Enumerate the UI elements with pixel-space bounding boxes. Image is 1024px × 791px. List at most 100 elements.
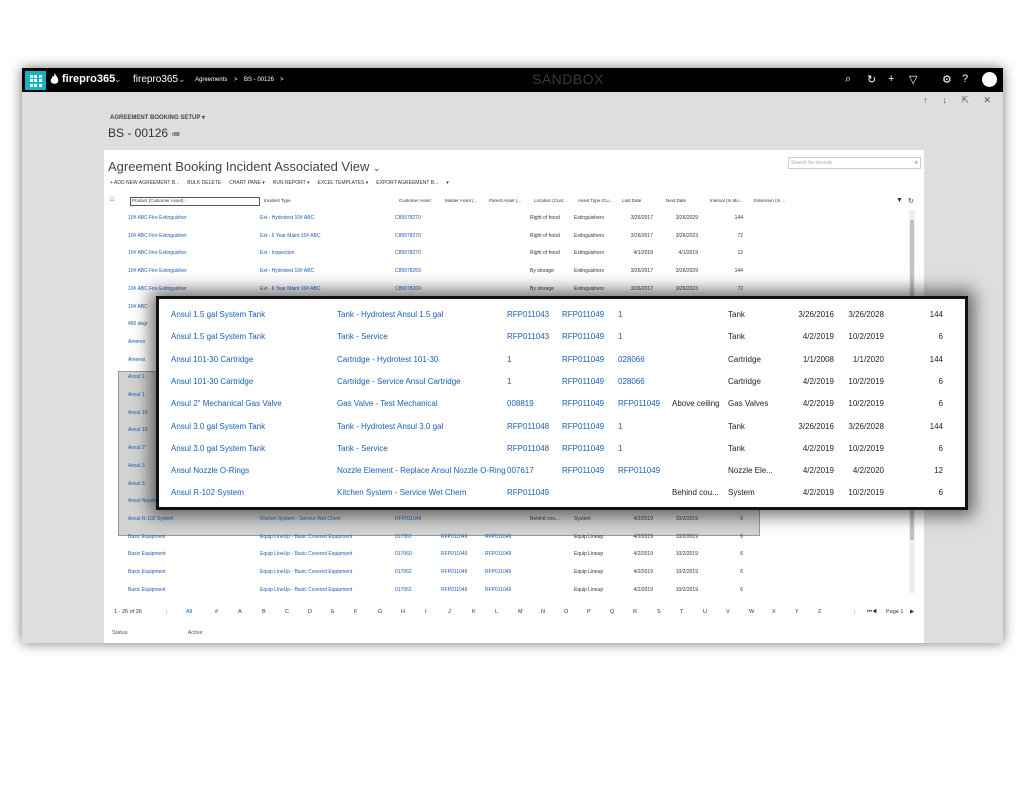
table-cell[interactable]: 008819: [507, 399, 534, 408]
column-header-next-date[interactable]: Next Date: [666, 198, 686, 203]
table-row[interactable]: 10# ABC Fire Extinguisher Ext - 6 Year Ma…: [104, 227, 914, 245]
table-row[interactable]: Basic Equipment Equip LineUp - Basic Cove…: [104, 545, 914, 563]
table-cell[interactable]: Ansul 10: [128, 427, 147, 433]
table-row[interactable]: Ansul 2" Mechanical Gas Valve Gas Valve -…: [159, 393, 965, 415]
table-cell[interactable]: RFP011049: [562, 332, 604, 341]
table-row[interactable]: Ansul Nozzle O-Rings Nozzle Element - Rep…: [159, 460, 965, 482]
chevron-down-icon[interactable]: ⌄: [114, 74, 122, 85]
table-cell[interactable]: 10# ABC Fire Extinguisher: [128, 215, 187, 221]
column-header-parent-asset[interactable]: Parent Asset (...: [489, 198, 521, 203]
pager-letter-v[interactable]: V: [726, 609, 730, 615]
table-cell[interactable]: 007617: [507, 466, 534, 475]
column-header-product[interactable]: Product (Customer Asset) ↑: [132, 198, 187, 203]
table-cell[interactable]: 1: [618, 422, 622, 431]
column-header-interval[interactable]: Interval (In Mo...: [710, 198, 743, 203]
table-cell[interactable]: C89978269: [395, 268, 421, 274]
pager-letter-f[interactable]: F: [354, 609, 357, 615]
table-cell[interactable]: RFP011049: [562, 377, 604, 386]
search-icon[interactable]: ⌕: [845, 73, 851, 86]
table-cell[interactable]: Basic Equipment: [128, 551, 166, 557]
table-cell[interactable]: 1: [618, 444, 622, 453]
table-cell[interactable]: Kitchen System - Service Wet Chem: [337, 488, 466, 497]
table-cell[interactable]: 1: [507, 355, 511, 364]
app-switcher[interactable]: firepro365: [133, 74, 178, 85]
table-cell[interactable]: RFP011049: [562, 399, 604, 408]
table-cell[interactable]: Tank - Service: [337, 444, 388, 453]
table-row[interactable]: Ansul 101-30 Cartridge Cartridge - Hydrot…: [159, 349, 965, 371]
pager-letter-u[interactable]: U: [703, 609, 707, 615]
recent-icon[interactable]: ↻: [867, 73, 876, 86]
table-cell[interactable]: Ansul 3.0 gal System Tank: [171, 444, 265, 453]
pager-letter-w[interactable]: W: [749, 609, 754, 615]
table-cell[interactable]: Tank - Hydrotest Ansul 3.0 gal: [337, 422, 443, 431]
table-cell[interactable]: 10# ABC: [128, 304, 148, 310]
table-cell[interactable]: Basic Equipment: [128, 569, 166, 575]
table-cell[interactable]: 10# ABC Fire Extinguisher: [128, 286, 187, 292]
pager-letter-b[interactable]: B: [262, 609, 266, 615]
chart-pane-button[interactable]: CHART PANE ▾: [229, 180, 265, 186]
table-cell[interactable]: Ansul 10: [128, 410, 147, 416]
table-row[interactable]: Ansul R-102 System Kitchen System - Servi…: [159, 482, 965, 504]
pager-letter-g[interactable]: G: [378, 609, 382, 615]
table-cell[interactable]: 10# ABC Fire Extinguisher: [128, 250, 187, 256]
table-cell[interactable]: Ext - Hydrotest 10# ABC: [260, 215, 314, 221]
table-row[interactable]: Basic Equipment Equip LineUp - Basic Cove…: [104, 581, 914, 599]
table-row[interactable]: 10# ABC Fire Extinguisher Ext - Hydrotest…: [104, 262, 914, 280]
pager-letter-a[interactable]: A: [238, 609, 242, 615]
table-cell[interactable]: Ansul 3.: [128, 463, 146, 469]
more-commands-button[interactable]: ▾: [446, 180, 449, 186]
table-row[interactable]: Basic Equipment Equip LineUp - Basic Cove…: [104, 563, 914, 581]
table-cell[interactable]: C89978269: [395, 286, 421, 292]
table-cell[interactable]: Basic Equipment: [128, 534, 166, 540]
pager-letter-k[interactable]: K: [472, 609, 476, 615]
column-header-extension[interactable]: Extension (In ...: [754, 198, 785, 203]
search-icon[interactable]: ⌕: [915, 158, 918, 168]
table-cell[interactable]: 017060: [395, 551, 412, 557]
pager-letter-m[interactable]: M: [518, 609, 523, 615]
table-cell[interactable]: RFP011049: [441, 534, 467, 540]
view-title[interactable]: Agreement Booking Incident Associated Vi…: [108, 159, 381, 174]
table-cell[interactable]: 017061: [395, 534, 412, 540]
table-cell[interactable]: Ansul 101-30 Cartridge: [171, 355, 253, 364]
table-cell[interactable]: RFP011049: [562, 444, 604, 453]
table-cell[interactable]: RFP011049: [485, 551, 511, 557]
table-cell[interactable]: Ext - 6 Year Maint 10# ABC: [260, 286, 321, 292]
run-report-button[interactable]: RUN REPORT ▾: [273, 180, 310, 186]
excel-templates-button[interactable]: EXCEL TEMPLATES ▾: [318, 180, 369, 186]
table-cell[interactable]: RFP011049: [507, 488, 549, 497]
table-cell[interactable]: RFP011049: [618, 466, 660, 475]
table-cell[interactable]: C89978270: [395, 250, 421, 256]
export-button[interactable]: EXPORT AGREEMENT B...: [376, 180, 438, 186]
settings-icon[interactable]: ⚙: [942, 73, 952, 86]
table-cell[interactable]: Ansul Nozzle O-Rings: [171, 466, 249, 475]
table-cell[interactable]: Ansul 3.: [128, 481, 146, 487]
table-cell[interactable]: RFP011049: [485, 587, 511, 593]
chevron-down-icon[interactable]: ⌄: [373, 163, 381, 173]
table-cell[interactable]: 10# ABC Fire Extinguisher: [128, 268, 187, 274]
table-cell[interactable]: RFP011049: [485, 534, 511, 540]
column-header-location[interactable]: Location (Cust...: [534, 198, 567, 203]
table-cell[interactable]: RFP011049: [562, 355, 604, 364]
table-cell[interactable]: RFP011043: [507, 310, 549, 319]
list-icon[interactable]: ≔: [171, 129, 180, 139]
add-new-button[interactable]: + ADD NEW AGREEMENT B...: [110, 180, 179, 186]
column-header-asset-type[interactable]: Asset Type (Cu...: [578, 198, 612, 203]
table-cell[interactable]: RFP011048: [507, 422, 549, 431]
table-row[interactable]: Ansul 3.0 gal System Tank Tank - Service R…: [159, 438, 965, 460]
record-navigation[interactable]: ↑ ↓ ⇱ ✕: [923, 95, 997, 106]
table-cell[interactable]: Ansul 1.: [128, 392, 146, 398]
column-header-incident-type[interactable]: Incident Type: [264, 198, 291, 203]
next-page-icon[interactable]: ▶: [910, 609, 914, 615]
table-cell[interactable]: Ansul 101-30 Cartridge: [171, 377, 253, 386]
table-cell[interactable]: Equip LineUp - Basic Covered Equipment: [260, 569, 352, 575]
table-row[interactable]: Ansul 1.5 gal System Tank Tank - Hydrotes…: [159, 304, 965, 326]
column-header-customer-asset[interactable]: Customer Asset: [399, 198, 431, 203]
pager-letter-d[interactable]: D: [308, 609, 312, 615]
pager-letter-z[interactable]: Z: [818, 609, 821, 615]
help-icon[interactable]: ?: [962, 73, 968, 85]
pager-letter-h[interactable]: H: [401, 609, 405, 615]
table-cell[interactable]: Nozzle Element - Replace Ansul Nozzle O-…: [337, 466, 506, 475]
table-cell[interactable]: 028066: [618, 355, 645, 364]
pager-letter-q[interactable]: Q: [610, 609, 614, 615]
pager-letter-c[interactable]: C: [285, 609, 289, 615]
